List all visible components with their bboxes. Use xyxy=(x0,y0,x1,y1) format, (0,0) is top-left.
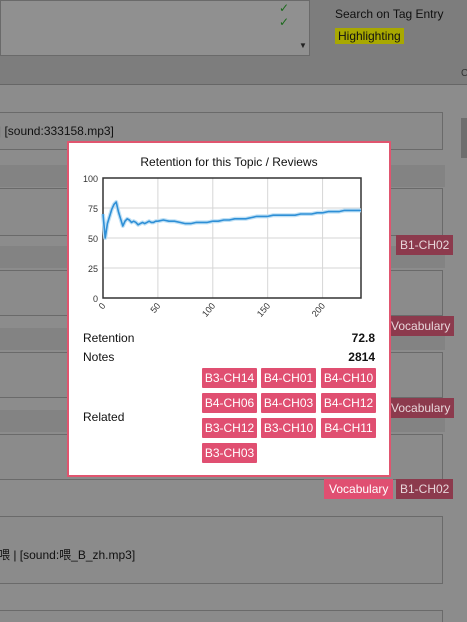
related-tag-b3-ch03[interactable]: B3-CH03 xyxy=(202,443,257,463)
retention-label: Retention xyxy=(83,331,135,345)
related-tag-b3-ch12[interactable]: B3-CH12 xyxy=(202,418,257,438)
chart-title: Retention for this Topic / Reviews xyxy=(140,155,318,169)
y-tick-label: 100 xyxy=(83,174,98,184)
note-row[interactable] xyxy=(0,610,443,622)
scroll-down-icon[interactable]: ▼ xyxy=(299,41,307,50)
y-tick-label: 75 xyxy=(88,204,98,214)
notes-label: Notes xyxy=(83,350,115,364)
tag-info-popup: Retention for this Topic / Reviews 0 25 50… xyxy=(67,141,391,477)
x-tick-label: 200 xyxy=(310,301,327,319)
scrollbar-thumb[interactable] xyxy=(461,118,467,158)
y-tick-label: 25 xyxy=(88,264,98,274)
retention-value: 72.8 xyxy=(351,331,375,345)
retention-chart: 02550751000 50 100 150 200 xyxy=(83,174,362,319)
related-label: Related xyxy=(83,410,125,424)
related-tag-b4-ch06[interactable]: B4-CH06 xyxy=(202,393,257,413)
x-tick-label: 150 xyxy=(255,301,272,319)
related-tag-b3-ch14[interactable]: B3-CH14 xyxy=(202,368,257,388)
related-tag-b4-ch10[interactable]: B4-CH10 xyxy=(321,368,376,388)
x-tick-label: 50 xyxy=(148,301,162,315)
check-icon: ✓ xyxy=(279,1,290,15)
y-tick-label: 50 xyxy=(88,234,98,244)
related-tag-b4-ch11[interactable]: B4-CH11 xyxy=(321,418,376,438)
note-row[interactable]: 喂 | [sound:喂_B_zh.mp3] xyxy=(0,516,443,584)
related-tag-b4-ch01[interactable]: B4-CH01 xyxy=(261,368,316,388)
notes-value: 2814 xyxy=(348,350,375,364)
related-tag-b4-ch12[interactable]: B4-CH12 xyxy=(321,393,376,413)
related-tag-b3-ch10[interactable]: B3-CH10 xyxy=(261,418,316,438)
note-field-text: 喂 | [sound:喂_B_zh.mp3] xyxy=(0,548,136,562)
edge-letter: C xyxy=(461,68,467,79)
search-on-tag-entry-label: Search on Tag Entry xyxy=(335,7,444,21)
tag-vocabulary[interactable]: Vocabulary xyxy=(387,398,455,418)
options-list[interactable]: ✓ ✓ ▼ xyxy=(0,0,310,56)
tag-b1-ch02[interactable]: B1-CH02 xyxy=(396,235,454,255)
tag-b1-ch02[interactable]: B1-CH02 xyxy=(396,479,454,499)
x-tick-label: 100 xyxy=(200,301,217,319)
tag-vocabulary[interactable]: Vocabulary xyxy=(324,479,394,499)
x-tick-label: 0 xyxy=(97,301,108,311)
check-icon: ✓ xyxy=(279,15,290,29)
highlighting-badge[interactable]: Highlighting xyxy=(335,28,404,44)
note-field-text: | [sound:333158.mp3] xyxy=(0,124,114,138)
related-tag-b4-ch03[interactable]: B4-CH03 xyxy=(261,393,316,413)
tag-vocabulary[interactable]: Vocabulary xyxy=(387,316,455,336)
